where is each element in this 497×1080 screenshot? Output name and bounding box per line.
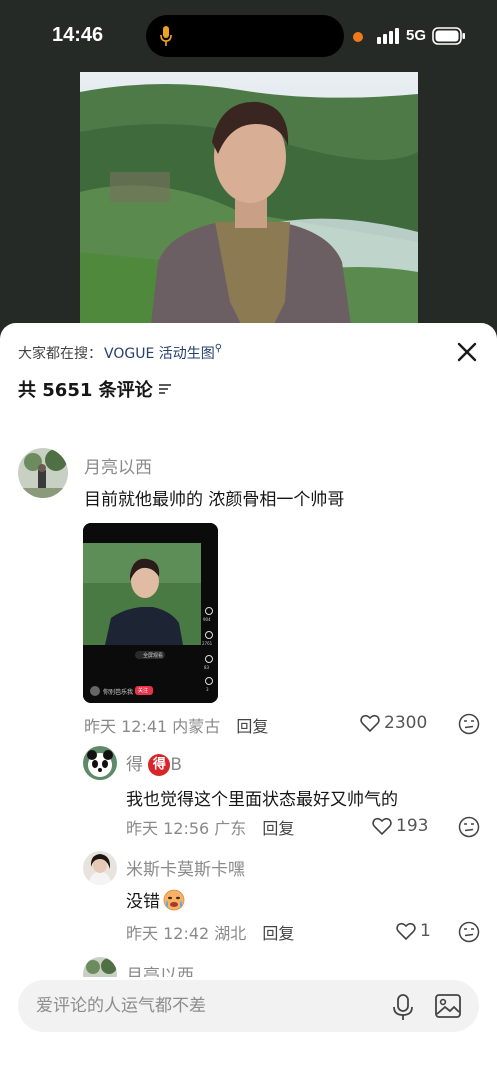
dislike-icon[interactable] (458, 921, 480, 943)
avatar[interactable] (18, 448, 68, 498)
dynamic-island (146, 15, 344, 57)
reply-comment-item: 米斯卡莫斯卡嘿 没错 昨天 12:42 湖北 回复 1 (0, 851, 497, 951)
username-part-2: B (170, 755, 183, 775)
comment-item-partial: 月亮以西 (0, 955, 497, 977)
comment-time: 昨天 12:56 (126, 819, 210, 838)
dislike-icon[interactable] (458, 816, 480, 838)
comment-location: 广东 (214, 819, 247, 838)
like-count: 1 (420, 921, 431, 941)
search-small-icon: ⚲ (214, 343, 223, 354)
thumbnail-count-comments: 2761 (202, 641, 213, 646)
search-prefix: 大家都在搜： (18, 346, 102, 362)
comment-username[interactable]: 月亮以西 (126, 961, 194, 977)
search-suggestion[interactable]: 大家都在搜： VOGUE 活动生图⚲ (18, 343, 222, 363)
comment-text-content: 没错 (126, 892, 160, 912)
thumbnail-fullscreen-label: 全屏观看 (143, 653, 164, 659)
comment-meta: 昨天 12:41 内蒙古 回复 (84, 713, 268, 737)
comment-count-row[interactable]: 共 5651 条评论 (18, 376, 173, 402)
comment-username[interactable]: 月亮以西 (84, 453, 152, 478)
comment-meta: 昨天 12:56 广东 回复 (126, 815, 294, 839)
recording-dot-icon (353, 32, 363, 42)
reply-button[interactable]: 回复 (236, 713, 268, 737)
search-term-link[interactable]: VOGUE 活动生图 (104, 346, 215, 362)
status-bar: 14:46 5G (0, 0, 497, 72)
video-frame-image (80, 72, 418, 332)
comment-username[interactable]: 米斯卡莫斯卡嘿 (126, 855, 245, 880)
thumbnail-image (83, 523, 218, 703)
comments-sheet: 大家都在搜： VOGUE 活动生图⚲ 共 5651 条评论 月亮以西 目前就他最帅… (0, 323, 497, 1080)
like-count: 2300 (384, 713, 428, 733)
close-icon[interactable] (454, 339, 480, 365)
avatar-image (18, 448, 68, 498)
crying-emoji-icon (163, 889, 185, 910)
comment-time: 昨天 12:42 (126, 924, 210, 943)
comment-meta: 昨天 12:42 湖北 回复 (126, 920, 294, 944)
comment-text: 没错 (126, 887, 186, 912)
comment-time-location: 昨天 12:41 内蒙古 (84, 713, 220, 737)
comment-text: 目前就他最帅的 浓颜骨相一个帅哥 (84, 490, 345, 510)
comment-input-bar (18, 980, 479, 1032)
thumbnail-count-favorites: 83 (204, 665, 210, 670)
heart-icon (396, 922, 416, 940)
comment-count: 共 5651 条评论 (18, 380, 153, 401)
battery-icon (432, 27, 465, 45)
like-button[interactable]: 1 (396, 921, 431, 941)
status-time: 14:46 (52, 24, 104, 46)
signal-icon (377, 28, 399, 44)
like-button[interactable]: 193 (372, 816, 428, 836)
comment-text: 我也觉得这个里面状态最好又帅气的 (126, 790, 398, 810)
username-part-1: 得 (126, 755, 143, 775)
avatar-image (83, 746, 117, 780)
microphone-indicator-icon (160, 26, 172, 46)
avatar[interactable] (83, 851, 117, 885)
comment-input[interactable] (36, 980, 376, 1032)
reply-button[interactable]: 回复 (262, 920, 294, 944)
avatar[interactable] (83, 957, 117, 977)
username-badge: 得 (148, 754, 171, 776)
reply-comment-item: 得 得B 我也觉得这个里面状态最好又帅气的 昨天 12:56 广东 回复 193 (0, 746, 497, 846)
dislike-icon[interactable] (458, 713, 480, 735)
avatar-image (83, 957, 117, 977)
thumbnail-author: 你别芭乐我 (103, 689, 134, 696)
comment-time: 昨天 12:41 (84, 717, 168, 736)
avatar[interactable] (83, 746, 117, 780)
network-type: 5G (406, 27, 427, 44)
comment-time-location: 昨天 12:56 广东 (126, 815, 246, 839)
thumbnail-follow-label: 关注 (138, 688, 149, 694)
comment-item: 月亮以西 目前就他最帅的 浓颜骨相一个帅哥 全屏观看 你别芭乐我 关注 904 … (0, 448, 497, 738)
comment-location: 湖北 (214, 924, 247, 943)
comment-image-thumbnail[interactable]: 全屏观看 你别芭乐我 关注 904 2761 83 3 (83, 523, 218, 703)
reply-button[interactable]: 回复 (262, 815, 294, 839)
avatar-image (83, 851, 117, 885)
like-count: 193 (396, 816, 429, 836)
thumbnail-count-shares: 3 (206, 687, 209, 692)
sort-icon[interactable] (157, 381, 173, 397)
comment-username[interactable]: 得 得B (126, 750, 182, 776)
heart-icon (360, 714, 380, 732)
image-icon[interactable] (434, 992, 462, 1020)
heart-icon (372, 817, 392, 835)
comment-location: 内蒙古 (172, 717, 221, 736)
microphone-icon[interactable] (391, 993, 415, 1021)
comment-time-location: 昨天 12:42 湖北 (126, 920, 246, 944)
video-preview[interactable] (80, 72, 418, 332)
like-button[interactable]: 2300 (360, 713, 427, 733)
thumbnail-count-likes: 904 (203, 617, 211, 622)
